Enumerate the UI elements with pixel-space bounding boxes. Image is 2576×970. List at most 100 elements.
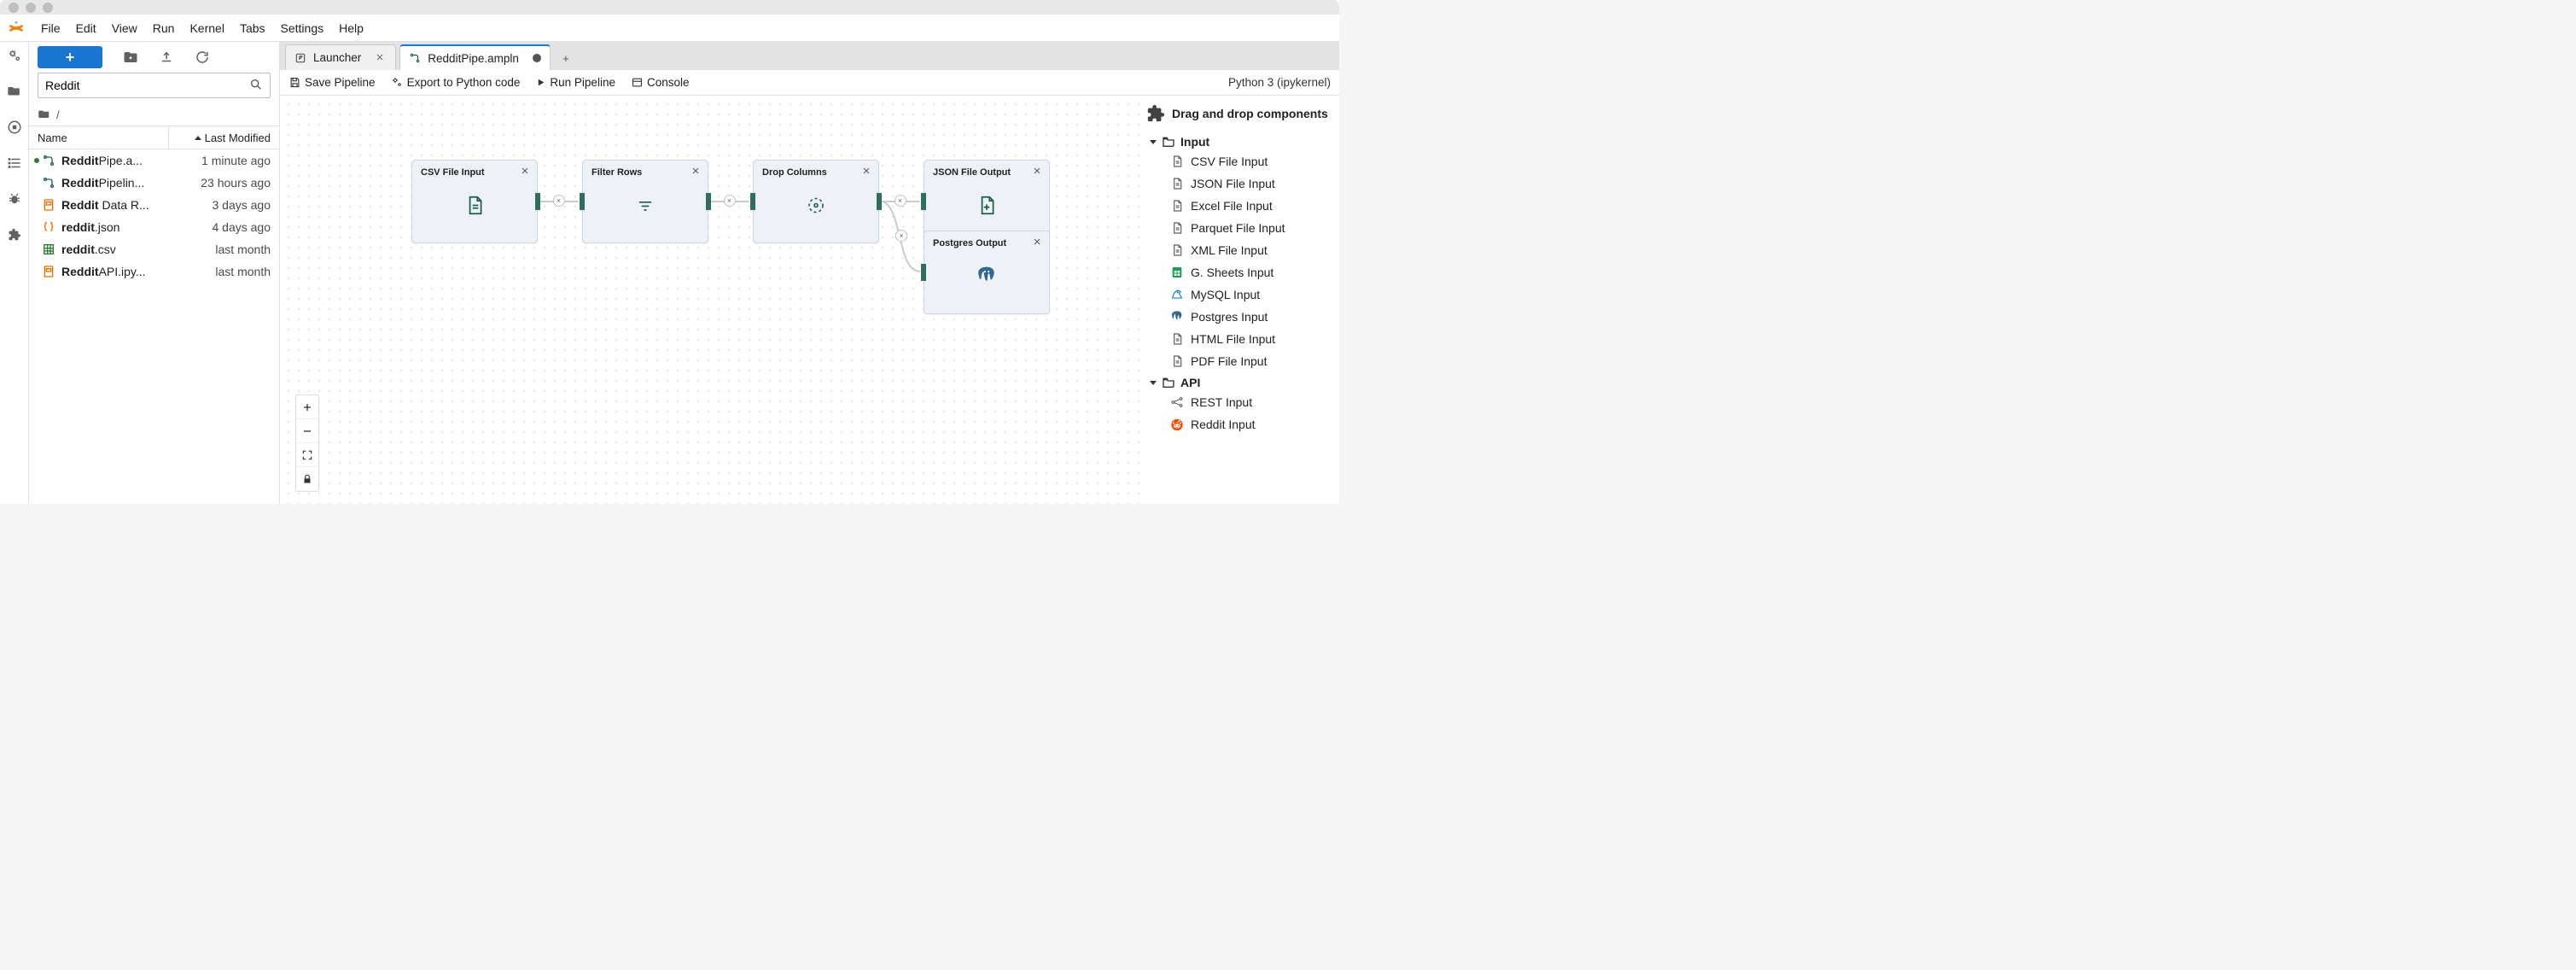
filter-input[interactable] bbox=[45, 79, 244, 92]
component-item[interactable]: G. Sheets Input bbox=[1150, 261, 1339, 283]
file-row[interactable]: RedditAPI.ipy...last month bbox=[29, 260, 279, 283]
zoom-in-button[interactable] bbox=[296, 395, 318, 419]
component-label: Parquet File Input bbox=[1191, 221, 1285, 235]
close-icon[interactable] bbox=[1032, 166, 1042, 176]
port-out[interactable] bbox=[535, 193, 540, 210]
pipeline-canvas[interactable]: × × × × CSV File Input bbox=[280, 96, 1141, 504]
connection-delete-button[interactable]: × bbox=[895, 230, 907, 242]
gears-icon[interactable] bbox=[6, 47, 23, 64]
file-name: RedditAPI.ipy... bbox=[61, 265, 172, 278]
refresh-icon[interactable] bbox=[195, 50, 210, 65]
menu-tabs[interactable]: Tabs bbox=[240, 21, 265, 35]
file-row[interactable]: Reddit Data R...3 days ago bbox=[29, 194, 279, 216]
menu-file[interactable]: File bbox=[41, 21, 61, 35]
component-item[interactable]: REST Input bbox=[1150, 391, 1339, 413]
extension-icon[interactable] bbox=[6, 226, 23, 243]
close-icon[interactable] bbox=[691, 166, 701, 176]
breadcrumb[interactable]: / bbox=[29, 103, 279, 126]
file-row[interactable]: RedditPipe.a...1 minute ago bbox=[29, 149, 279, 172]
component-item[interactable]: Excel File Input bbox=[1150, 195, 1339, 217]
close-icon[interactable] bbox=[1032, 237, 1042, 247]
bug-icon[interactable] bbox=[6, 190, 23, 207]
component-item[interactable]: Parquet File Input bbox=[1150, 217, 1339, 239]
console-icon bbox=[631, 76, 644, 89]
menu-help[interactable]: Help bbox=[339, 21, 364, 35]
kernel-name[interactable]: Python 3 (ipykernel) bbox=[1228, 76, 1331, 89]
console-button[interactable]: Console bbox=[631, 76, 690, 89]
node-title: Filter Rows bbox=[583, 161, 708, 178]
port-out[interactable] bbox=[706, 193, 711, 210]
file-row[interactable]: RedditPipelin...23 hours ago bbox=[29, 172, 279, 194]
run-pipeline-button[interactable]: Run Pipeline bbox=[535, 76, 615, 89]
close-icon[interactable] bbox=[375, 52, 387, 64]
menu-kernel[interactable]: Kernel bbox=[189, 21, 224, 35]
component-group-header[interactable]: Input bbox=[1150, 131, 1339, 150]
export-python-button[interactable]: Export to Python code bbox=[391, 76, 521, 89]
menu-settings[interactable]: Settings bbox=[281, 21, 324, 35]
components-title: Drag and drop components bbox=[1172, 107, 1328, 120]
node-filter-rows[interactable]: Filter Rows bbox=[582, 160, 708, 243]
window-zoom-btn[interactable] bbox=[43, 3, 53, 13]
menu-edit[interactable]: Edit bbox=[76, 21, 96, 35]
component-item[interactable]: Postgres Input bbox=[1150, 306, 1339, 328]
mysql-icon bbox=[1170, 288, 1184, 301]
port-in[interactable] bbox=[750, 193, 755, 210]
close-icon[interactable] bbox=[520, 166, 530, 176]
node-postgres-output[interactable]: Postgres Output bbox=[924, 231, 1050, 314]
components-panel: Drag and drop components InputCSV File I… bbox=[1141, 96, 1339, 504]
new-folder-icon[interactable] bbox=[123, 50, 138, 65]
col-name[interactable]: Name bbox=[29, 131, 168, 144]
port-out[interactable] bbox=[877, 193, 882, 210]
component-item[interactable]: PDF File Input bbox=[1150, 350, 1339, 372]
tab-launcher[interactable]: Launcher bbox=[285, 44, 396, 70]
window-close-btn[interactable] bbox=[9, 3, 19, 13]
add-tab-button[interactable]: + bbox=[554, 46, 578, 70]
target-icon bbox=[806, 195, 826, 218]
filter-box[interactable] bbox=[38, 73, 271, 98]
node-title: JSON File Output bbox=[924, 161, 1049, 178]
file-row[interactable]: reddit.csvlast month bbox=[29, 238, 279, 260]
doc-icon bbox=[1170, 155, 1184, 168]
connection-delete-button[interactable]: × bbox=[895, 195, 906, 207]
tab-redditpipe[interactable]: RedditPipe.ampln bbox=[399, 44, 551, 70]
component-item[interactable]: JSON File Input bbox=[1150, 172, 1339, 195]
file-row[interactable]: reddit.json4 days ago bbox=[29, 216, 279, 238]
menu-view[interactable]: View bbox=[112, 21, 137, 35]
unsaved-dot-icon[interactable] bbox=[533, 54, 541, 62]
lock-button[interactable] bbox=[296, 467, 318, 491]
save-pipeline-button[interactable]: Save Pipeline bbox=[288, 76, 376, 89]
upload-icon[interactable] bbox=[159, 50, 174, 65]
doc-icon bbox=[1170, 199, 1184, 213]
connection-delete-button[interactable]: × bbox=[724, 195, 736, 207]
menu-run[interactable]: Run bbox=[153, 21, 175, 35]
window-titlebar bbox=[0, 0, 1339, 15]
port-in[interactable] bbox=[921, 193, 926, 210]
filter-icon bbox=[636, 196, 655, 217]
zoom-out-button[interactable] bbox=[296, 419, 318, 443]
new-launcher-button[interactable]: + bbox=[38, 46, 102, 68]
connection-delete-button[interactable]: × bbox=[553, 195, 565, 207]
running-icon[interactable] bbox=[6, 119, 23, 136]
breadcrumb-root[interactable]: / bbox=[56, 108, 60, 121]
node-csv-input[interactable]: CSV File Input bbox=[411, 160, 538, 243]
component-item[interactable]: Reddit Input bbox=[1150, 413, 1339, 435]
folder-icon[interactable] bbox=[6, 83, 23, 100]
port-in[interactable] bbox=[921, 264, 926, 281]
component-item[interactable]: CSV File Input bbox=[1150, 150, 1339, 172]
node-drop-columns[interactable]: Drop Columns bbox=[753, 160, 879, 243]
close-icon[interactable] bbox=[861, 166, 871, 176]
component-item[interactable]: HTML File Input bbox=[1150, 328, 1339, 350]
component-group-header[interactable]: API bbox=[1150, 372, 1339, 391]
component-item[interactable]: XML File Input bbox=[1150, 239, 1339, 261]
file-type-icon bbox=[41, 175, 56, 190]
component-item[interactable]: MySQL Input bbox=[1150, 283, 1339, 306]
file-browser-panel: + / N bbox=[29, 42, 280, 504]
file-list: RedditPipe.a...1 minute agoRedditPipelin… bbox=[29, 149, 279, 504]
port-in[interactable] bbox=[580, 193, 585, 210]
node-title: Postgres Output bbox=[924, 231, 1049, 248]
window-minimize-btn[interactable] bbox=[26, 3, 36, 13]
col-modified[interactable]: Last Modified bbox=[168, 126, 279, 149]
toc-icon[interactable] bbox=[6, 155, 23, 172]
fit-button[interactable] bbox=[296, 443, 318, 467]
group-name: API bbox=[1180, 376, 1200, 389]
